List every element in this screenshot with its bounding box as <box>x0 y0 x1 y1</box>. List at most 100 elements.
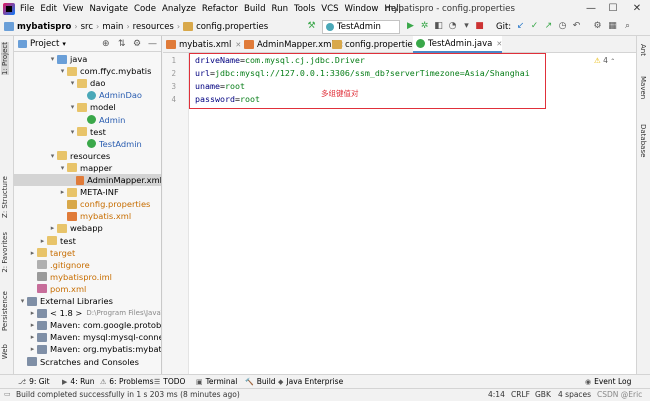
menu-navigate[interactable]: Navigate <box>89 4 128 14</box>
structure-tool-tab[interactable]: Z: Structure <box>1 176 9 218</box>
menu-edit[interactable]: Edit <box>40 4 57 14</box>
chevron-down-icon[interactable]: ▾ <box>58 164 67 172</box>
chevron-right-icon[interactable]: ▸ <box>38 237 47 245</box>
tree-item[interactable]: TestAdmin <box>14 138 142 150</box>
breadcrumb-item[interactable]: mybatispro <box>4 22 71 32</box>
tree-item[interactable]: ▾ mapper <box>14 162 112 174</box>
git-commit-icon[interactable]: ✓ <box>529 21 540 32</box>
chevron-right-icon[interactable]: ▸ <box>48 224 57 232</box>
tool-window-problems[interactable]: ⚠ 6: Problems <box>100 377 154 386</box>
menu-view[interactable]: View <box>63 4 83 14</box>
caret-position[interactable]: 4:14 <box>488 390 505 399</box>
tree-item[interactable]: ▾ External Libraries <box>14 295 113 307</box>
stop-icon[interactable]: ■ <box>474 21 485 32</box>
tool-window-terminal[interactable]: ▣ Terminal <box>196 377 237 386</box>
menu-refactor[interactable]: Refactor <box>202 4 238 14</box>
chevron-right-icon[interactable]: ▸ <box>28 345 37 353</box>
favorites-tool-tab[interactable]: 2: Favorites <box>1 232 9 273</box>
tree-item[interactable]: ▸ < 1.8 > D:\Program Files\Java\jd <box>14 307 161 319</box>
settings-icon[interactable]: ⚙ <box>592 21 603 32</box>
tree-item[interactable]: config.properties <box>14 198 150 210</box>
breadcrumb-item[interactable]: config.properties <box>183 22 268 32</box>
menu-window[interactable]: Window <box>345 4 379 14</box>
editor-tab[interactable]: mybatis.xml ✕ <box>163 36 241 53</box>
tree-item[interactable]: ▾ model <box>14 101 116 113</box>
tree-item[interactable]: ▸ test <box>14 235 76 247</box>
project-structure-icon[interactable]: ▦ <box>607 21 618 32</box>
status-message[interactable]: Build completed successfully in 1 s 203 … <box>16 390 240 399</box>
tool-window-todo[interactable]: ☰ TODO <box>154 377 185 386</box>
collapse-all-icon[interactable]: ⇅ <box>118 39 126 49</box>
chevron-right-icon[interactable]: ▸ <box>28 321 37 329</box>
tree-item[interactable]: AdminDao <box>14 89 142 101</box>
panel-settings-icon[interactable]: ⚙ <box>133 39 141 49</box>
project-tool-tab[interactable]: 1: Project <box>1 42 9 75</box>
tree-item[interactable]: ▾ java <box>14 53 88 65</box>
editor-tab[interactable]: TestAdmin.java ✕ <box>413 36 503 53</box>
git-update-icon[interactable]: ↙ <box>515 21 526 32</box>
chevron-down-icon[interactable]: ▾ <box>58 67 67 75</box>
tree-item[interactable]: Admin <box>14 114 125 126</box>
menu-analyze[interactable]: Analyze <box>162 4 196 14</box>
tree-item[interactable]: .gitignore <box>14 259 90 271</box>
tree-item[interactable]: AdminMapper.xml <box>14 174 161 186</box>
tree-item[interactable]: ▾ test <box>14 126 106 138</box>
tree-item[interactable]: Scratches and Consoles <box>14 356 139 368</box>
file-encoding[interactable]: GBK <box>535 390 551 399</box>
tree-item[interactable]: ▸ Maven: mysql:mysql-connector <box>14 331 161 343</box>
git-push-icon[interactable]: ↗ <box>543 21 554 32</box>
search-icon[interactable]: ⌕ <box>622 21 633 32</box>
run-configuration-selector[interactable]: TestAdmin <box>322 20 400 34</box>
menu-run[interactable]: Run <box>272 4 288 14</box>
chevron-right-icon[interactable]: ▸ <box>28 333 37 341</box>
tree-item[interactable]: ▸ META-INF <box>14 186 119 198</box>
run-icon[interactable]: ▶ <box>405 21 416 32</box>
maximize-button[interactable]: ☐ <box>606 2 620 16</box>
chevron-down-icon[interactable]: ▾ <box>48 55 57 63</box>
menu-tools[interactable]: Tools <box>294 4 315 14</box>
chevron-right-icon[interactable]: ▸ <box>28 249 37 257</box>
tool-window-git[interactable]: ⎇ 9: Git <box>18 377 50 386</box>
tool-window-java-enterprise[interactable]: ◆ Java Enterprise <box>278 377 343 386</box>
hide-panel-icon[interactable]: — <box>148 39 157 49</box>
tool-window-run[interactable]: ▶ 4: Run <box>62 377 94 386</box>
tree-item[interactable]: ▸ webapp <box>14 222 103 234</box>
code-editor[interactable]: 1234 driveName=com.mysql.cj.jdbc.Driver u… <box>163 53 636 374</box>
chevron-down-icon[interactable]: ▾ <box>68 103 77 111</box>
tree-item[interactable]: pom.xml <box>14 283 86 295</box>
git-rollback-icon[interactable]: ↶ <box>571 21 582 32</box>
menu-code[interactable]: Code <box>134 4 156 14</box>
locate-file-icon[interactable]: ⊕ <box>102 39 110 49</box>
tree-item[interactable]: ▸ target <box>14 247 76 259</box>
run-dropdown-icon[interactable]: ▾ <box>461 21 472 32</box>
line-separator[interactable]: CRLF <box>511 390 530 399</box>
chevron-right-icon[interactable]: ▸ <box>58 188 67 196</box>
inspection-warnings[interactable]: ⚠ 4 ⌃ <box>594 56 615 65</box>
tree-item[interactable]: ▾ dao <box>14 77 106 89</box>
tree-item[interactable]: ▸ Maven: com.google.protobuf:p <box>14 319 161 331</box>
menu-file[interactable]: File <box>20 4 34 14</box>
project-panel-title[interactable]: Project <box>30 39 59 49</box>
project-view-dropdown-icon[interactable]: ▾ <box>62 40 66 48</box>
minimize-button[interactable]: — <box>584 2 598 16</box>
close-tab-icon[interactable]: ✕ <box>496 40 502 48</box>
chevron-down-icon[interactable]: ▾ <box>68 128 77 136</box>
chevron-down-icon[interactable]: ▾ <box>68 79 77 87</box>
debug-icon[interactable]: ✲ <box>419 21 430 32</box>
breadcrumb-item[interactable]: main <box>102 22 123 32</box>
chevron-down-icon[interactable]: ▾ <box>18 297 27 305</box>
chevron-up-icon[interactable]: ⌃ <box>610 58 615 65</box>
build-hammer-icon[interactable]: ⚒ <box>306 21 317 32</box>
tree-item[interactable]: ▸ Maven: org.mybatis:mybatis:3.4 <box>14 343 161 355</box>
web-tool-tab[interactable]: Web <box>1 344 9 359</box>
chevron-right-icon[interactable]: ▸ <box>28 309 37 317</box>
close-window-button[interactable]: ✕ <box>630 2 644 16</box>
tree-item[interactable]: mybatis.xml <box>14 210 131 222</box>
status-toggle-icon[interactable]: ▭ <box>4 390 11 398</box>
indent-setting[interactable]: 4 spaces <box>558 390 591 399</box>
menu-build[interactable]: Build <box>244 4 266 14</box>
profile-icon[interactable]: ◔ <box>447 21 458 32</box>
tree-item[interactable]: ▾ com.ffyc.mybatis <box>14 65 152 77</box>
menu-vcs[interactable]: VCS <box>321 4 338 14</box>
tree-item[interactable]: ▾ resources <box>14 150 110 162</box>
